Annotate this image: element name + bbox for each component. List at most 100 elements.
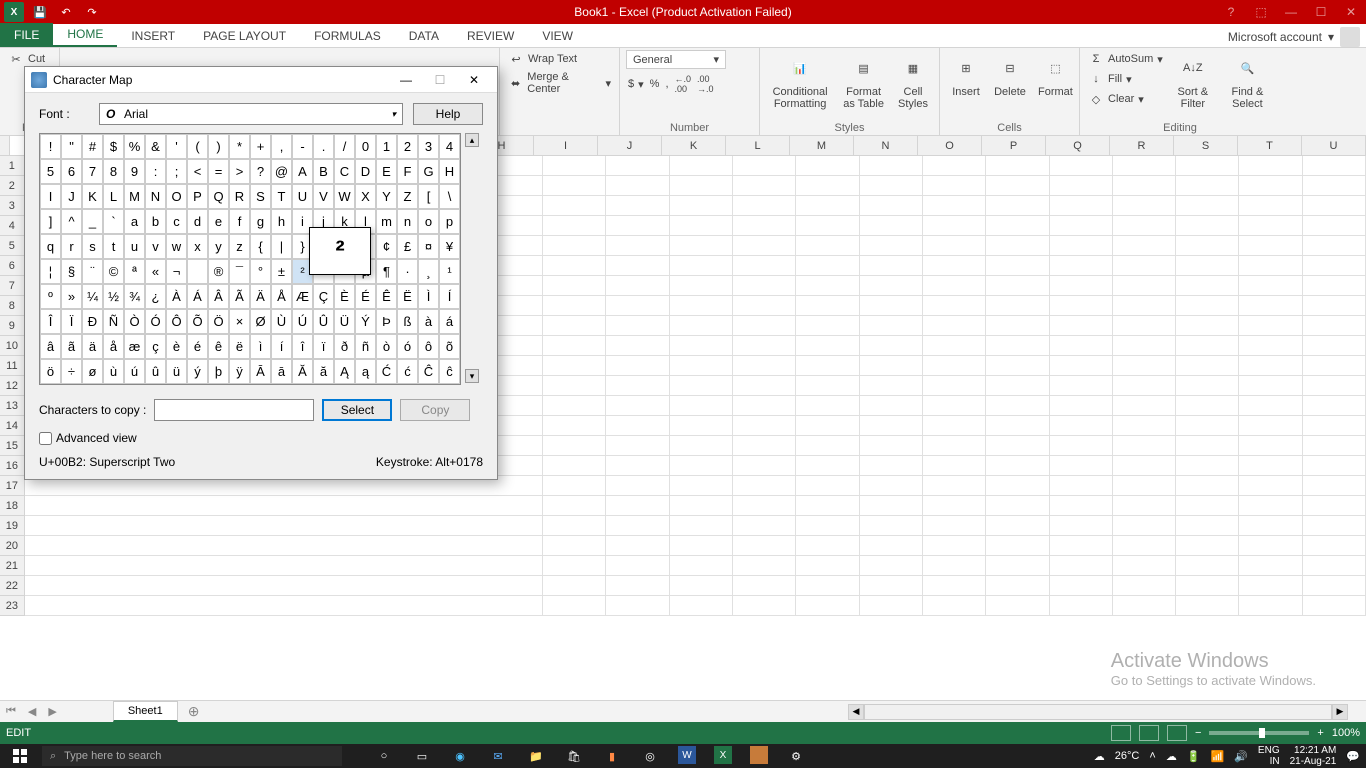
cell[interactable]: [670, 316, 733, 336]
cell[interactable]: [923, 196, 986, 216]
cell[interactable]: [986, 256, 1049, 276]
char-cell[interactable]: v: [145, 234, 166, 259]
char-cell[interactable]: q: [40, 234, 61, 259]
cell[interactable]: [1050, 536, 1113, 556]
cell[interactable]: [1176, 376, 1239, 396]
cell[interactable]: [923, 216, 986, 236]
cell[interactable]: [1050, 236, 1113, 256]
cell[interactable]: [923, 376, 986, 396]
char-cell[interactable]: Ć: [376, 359, 397, 384]
cell[interactable]: [923, 556, 986, 576]
char-cell[interactable]: p: [439, 209, 460, 234]
cell[interactable]: [796, 416, 859, 436]
char-cell[interactable]: ĉ: [439, 359, 460, 384]
cell[interactable]: [796, 256, 859, 276]
char-cell[interactable]: ;: [166, 159, 187, 184]
char-cell[interactable]: _: [82, 209, 103, 234]
char-cell[interactable]: Q: [208, 184, 229, 209]
cell[interactable]: [543, 276, 606, 296]
cell[interactable]: [923, 296, 986, 316]
cell[interactable]: [606, 576, 669, 596]
cell[interactable]: [733, 316, 796, 336]
cell[interactable]: [986, 436, 1049, 456]
taskbar-search[interactable]: ⌕ Type here to search: [42, 746, 342, 766]
cell[interactable]: [1239, 216, 1302, 236]
cell[interactable]: [986, 576, 1049, 596]
cell[interactable]: [543, 156, 606, 176]
cell[interactable]: [670, 256, 733, 276]
tab-page-layout[interactable]: PAGE LAYOUT: [189, 25, 300, 47]
cell[interactable]: [606, 456, 669, 476]
cell[interactable]: [796, 576, 859, 596]
cell[interactable]: [606, 416, 669, 436]
cell[interactable]: [1176, 456, 1239, 476]
tab-view[interactable]: VIEW: [528, 25, 587, 47]
char-cell[interactable]: k: [334, 209, 355, 234]
redo-qat-icon[interactable]: ↷: [80, 1, 104, 23]
cell[interactable]: [480, 576, 543, 596]
char-cell[interactable]: 8: [103, 159, 124, 184]
cell[interactable]: [796, 376, 859, 396]
cell[interactable]: [733, 296, 796, 316]
column-header[interactable]: U: [1302, 136, 1366, 155]
char-cell[interactable]: 6: [61, 159, 82, 184]
char-cell[interactable]: Z: [397, 184, 418, 209]
char-cell[interactable]: V: [313, 184, 334, 209]
row-header[interactable]: 7: [0, 276, 25, 296]
cell[interactable]: [1239, 296, 1302, 316]
cell[interactable]: [670, 336, 733, 356]
cell[interactable]: [923, 156, 986, 176]
cell[interactable]: [986, 176, 1049, 196]
cell[interactable]: [480, 536, 543, 556]
sheet-tab-sheet1[interactable]: Sheet1: [113, 701, 178, 722]
cell[interactable]: [606, 436, 669, 456]
cell[interactable]: [1239, 336, 1302, 356]
tab-insert[interactable]: INSERT: [117, 25, 189, 47]
column-header[interactable]: T: [1238, 136, 1302, 155]
cell[interactable]: [1239, 196, 1302, 216]
cell[interactable]: [733, 236, 796, 256]
char-cell[interactable]: °: [250, 259, 271, 284]
maximize-icon[interactable]: ☐: [1306, 0, 1336, 24]
char-cell[interactable]: Ü: [334, 309, 355, 334]
char-cell[interactable]: ¯: [229, 259, 250, 284]
row-header[interactable]: 16: [0, 456, 25, 476]
cell[interactable]: [923, 256, 986, 276]
cell[interactable]: [1050, 156, 1113, 176]
cell[interactable]: [1176, 576, 1239, 596]
cell[interactable]: [796, 456, 859, 476]
char-cell[interactable]: :: [145, 159, 166, 184]
temperature[interactable]: 26°C: [1115, 750, 1140, 762]
char-cell[interactable]: Ã: [229, 284, 250, 309]
cell[interactable]: [986, 336, 1049, 356]
cell[interactable]: [796, 436, 859, 456]
cell[interactable]: [1239, 376, 1302, 396]
char-cell[interactable]: y: [208, 234, 229, 259]
cell[interactable]: [733, 196, 796, 216]
cell[interactable]: [1176, 396, 1239, 416]
char-cell[interactable]: ': [166, 134, 187, 159]
cell[interactable]: [1303, 576, 1366, 596]
ribbon-options-icon[interactable]: ⬚: [1246, 0, 1276, 24]
cell[interactable]: [606, 256, 669, 276]
char-cell[interactable]: ä: [82, 334, 103, 359]
sheet-nav-first-icon[interactable]: ⏮: [0, 705, 22, 718]
cell[interactable]: [1176, 496, 1239, 516]
cell[interactable]: [986, 236, 1049, 256]
cell[interactable]: [543, 176, 606, 196]
cell[interactable]: [606, 376, 669, 396]
char-cell[interactable]: ò: [376, 334, 397, 359]
sort-filter-button[interactable]: A↓ZSort & Filter: [1169, 50, 1217, 112]
char-cell[interactable]: Í: [439, 284, 460, 309]
cell[interactable]: [923, 316, 986, 336]
cell[interactable]: [1239, 576, 1302, 596]
zoom-out-icon[interactable]: −: [1195, 727, 1201, 739]
cell[interactable]: [1113, 496, 1176, 516]
wifi-icon[interactable]: 📶: [1211, 750, 1225, 763]
char-cell[interactable]: *: [229, 134, 250, 159]
char-cell[interactable]: ã: [61, 334, 82, 359]
cell[interactable]: [923, 236, 986, 256]
volume-icon[interactable]: 🔊: [1234, 750, 1248, 763]
cell[interactable]: [543, 396, 606, 416]
cell[interactable]: [1303, 316, 1366, 336]
